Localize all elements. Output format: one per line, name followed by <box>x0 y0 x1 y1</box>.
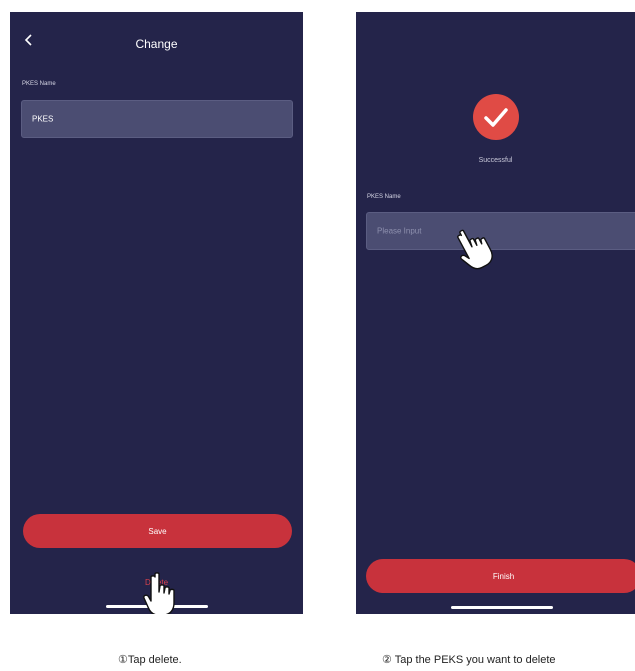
save-button[interactable]: Save <box>23 514 292 548</box>
step-1-caption: ①Tap delete. <box>118 654 182 666</box>
hand-pointer-icon <box>143 572 175 614</box>
pkes-name-placeholder: Please Input <box>377 226 422 236</box>
check-icon <box>484 108 508 127</box>
success-check-badge <box>473 94 519 140</box>
home-indicator <box>451 606 553 609</box>
pkes-name-label: PKES Name <box>22 81 56 87</box>
page-title: Change <box>135 37 178 51</box>
pkes-name-value: PKES <box>32 114 54 124</box>
pkes-name-label: PKES Name <box>367 194 401 200</box>
pkes-name-input[interactable]: PKES <box>21 100 293 138</box>
success-status-text: Successful <box>478 157 513 164</box>
phone-screen-successful: Successful PKES Name Please Input Finish <box>356 12 635 614</box>
step-2-caption: ② Tap the PEKS you want to delete <box>382 654 556 666</box>
pkes-name-input[interactable]: Please Input <box>366 212 635 250</box>
phone-screen-change: Change PKES Name PKES Save Delete <box>10 12 303 614</box>
finish-button[interactable]: Finish <box>366 559 635 593</box>
